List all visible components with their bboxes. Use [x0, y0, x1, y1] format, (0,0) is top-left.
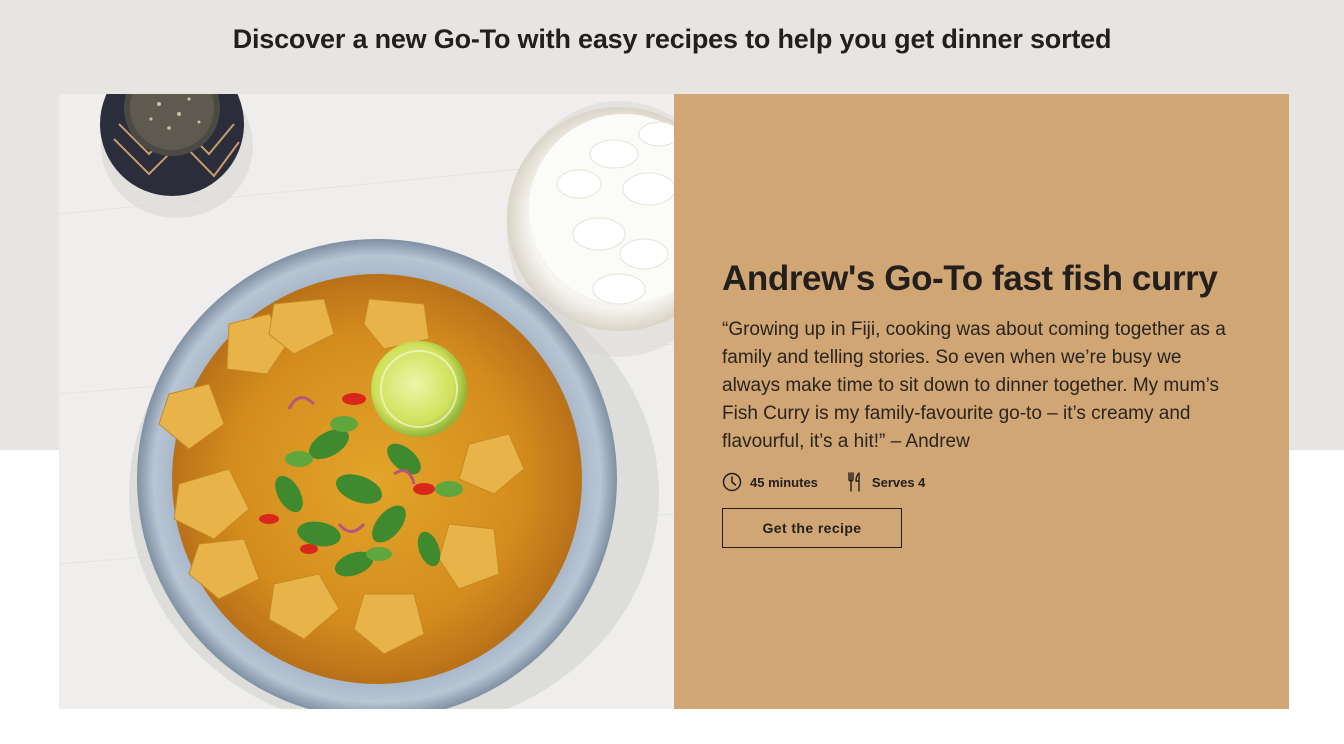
servings-label: Serves 4 [871, 474, 926, 490]
recipe-photo[interactable] [59, 94, 674, 709]
recipe-title[interactable]: Andrew's Go-To fast fish curry [722, 258, 1242, 300]
section-headline: Discover a new Go-To with easy recipes t… [232, 24, 1112, 54]
cook-time: 45 minutes [722, 472, 818, 492]
cook-time-label: 45 minutes [750, 474, 818, 490]
clock-icon [722, 472, 742, 492]
get-recipe-button[interactable]: Get the recipe [722, 508, 902, 548]
recipe-info-content: Andrew's Go-To fast fish curry “Growing … [722, 258, 1242, 548]
recipe-feature-card: Andrew's Go-To fast fish curry “Growing … [59, 94, 1289, 709]
fork-knife-icon [848, 472, 860, 492]
recipe-info-panel: Andrew's Go-To fast fish curry “Growing … [674, 94, 1289, 709]
recipe-meta: 45 minutes Serves 4 [722, 472, 1242, 492]
curry-bowl-photo [59, 94, 674, 709]
servings: Serves 4 [846, 472, 926, 492]
recipe-quote: “Growing up in Fiji, cooking was about c… [722, 319, 1226, 452]
